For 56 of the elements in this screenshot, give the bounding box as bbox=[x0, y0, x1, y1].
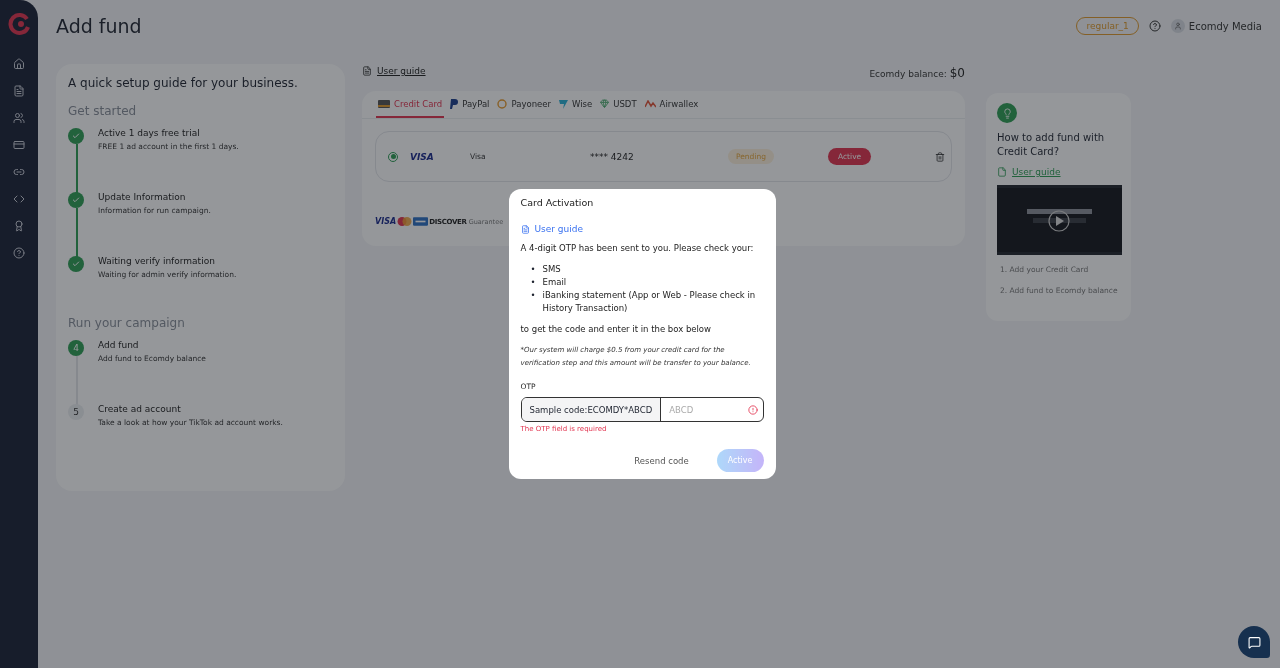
page-title: Add fund bbox=[56, 15, 142, 37]
gem-icon bbox=[600, 99, 610, 108]
section-heading: Get started bbox=[68, 104, 138, 118]
lightbulb-icon bbox=[997, 103, 1017, 123]
mastercard-icon bbox=[397, 217, 413, 226]
payment-tab[interactable]: PayPal bbox=[448, 91, 492, 118]
visa-logo: VISA bbox=[375, 217, 397, 226]
channel-item: SMS bbox=[542, 263, 561, 276]
otp-intro: A 4-digit OTP has been sent to you. Please check your: bbox=[520, 242, 755, 255]
help-icon[interactable] bbox=[1148, 20, 1161, 32]
user-guide-link[interactable]: User guide bbox=[534, 224, 584, 234]
help-title: How to add fund with Credit Card? bbox=[997, 131, 1106, 159]
wave-icon bbox=[644, 99, 656, 108]
sample-code-label: Sample code:ECOMDY*ABCD bbox=[521, 398, 662, 421]
dialog-title: Card Activation bbox=[520, 197, 595, 208]
chat-button[interactable] bbox=[1238, 626, 1270, 658]
step-title: Update Information bbox=[98, 192, 187, 202]
visa-logo: VISA bbox=[410, 151, 435, 162]
step-title: Add fund bbox=[98, 340, 140, 350]
credit-card-icon bbox=[378, 99, 390, 108]
otp-instruction: to get the code and enter it in the box below bbox=[520, 323, 713, 336]
step-title: Create ad account bbox=[98, 404, 182, 414]
balance-label: Ecomdy balance: bbox=[869, 68, 947, 79]
payment-tab[interactable]: Credit Card bbox=[376, 91, 445, 118]
document-icon bbox=[520, 224, 530, 234]
document-icon bbox=[997, 167, 1007, 177]
payment-tab[interactable]: Airwallex bbox=[642, 91, 701, 118]
balance-value: $0 bbox=[949, 65, 965, 80]
chat-icon bbox=[1247, 635, 1261, 649]
resend-code-button[interactable]: Resend code bbox=[628, 454, 695, 467]
user-guide-link[interactable]: User guide bbox=[377, 66, 426, 76]
card-number: **** 4242 bbox=[590, 151, 635, 162]
payment-tab[interactable]: Wise bbox=[557, 91, 595, 118]
otp-input-box[interactable]: Sample code:ECOMDY*ABCD ABCD bbox=[520, 397, 764, 422]
user-name[interactable]: Ecomdy Media bbox=[1188, 20, 1262, 32]
channel-item: iBanking statement (App or Web - Please check in History Transaction) bbox=[542, 289, 757, 315]
section-heading: Run your campaign bbox=[68, 316, 186, 330]
amex-icon bbox=[413, 217, 429, 226]
step-title: Active 1 days free trial bbox=[98, 128, 201, 138]
bullet: • bbox=[530, 289, 536, 302]
guide-title: A quick setup guide for your business. bbox=[68, 76, 299, 90]
step-number: 5 bbox=[68, 404, 84, 420]
payment-tab[interactable]: USDT bbox=[598, 91, 639, 118]
avatar-icon[interactable] bbox=[1170, 19, 1185, 33]
delete-icon[interactable] bbox=[934, 151, 945, 162]
bullet: • bbox=[530, 263, 536, 276]
logo-icon[interactable] bbox=[7, 12, 31, 36]
paypal-icon bbox=[450, 98, 459, 109]
channel-item: Email bbox=[542, 276, 567, 289]
payment-tab[interactable]: Payoneer bbox=[495, 91, 553, 118]
bullet: • bbox=[530, 276, 536, 289]
ring-icon bbox=[497, 98, 508, 109]
step-title: Waiting verify information bbox=[98, 256, 216, 266]
step-number: 4 bbox=[68, 340, 84, 356]
document-icon bbox=[362, 66, 372, 76]
flag-icon bbox=[559, 98, 568, 109]
